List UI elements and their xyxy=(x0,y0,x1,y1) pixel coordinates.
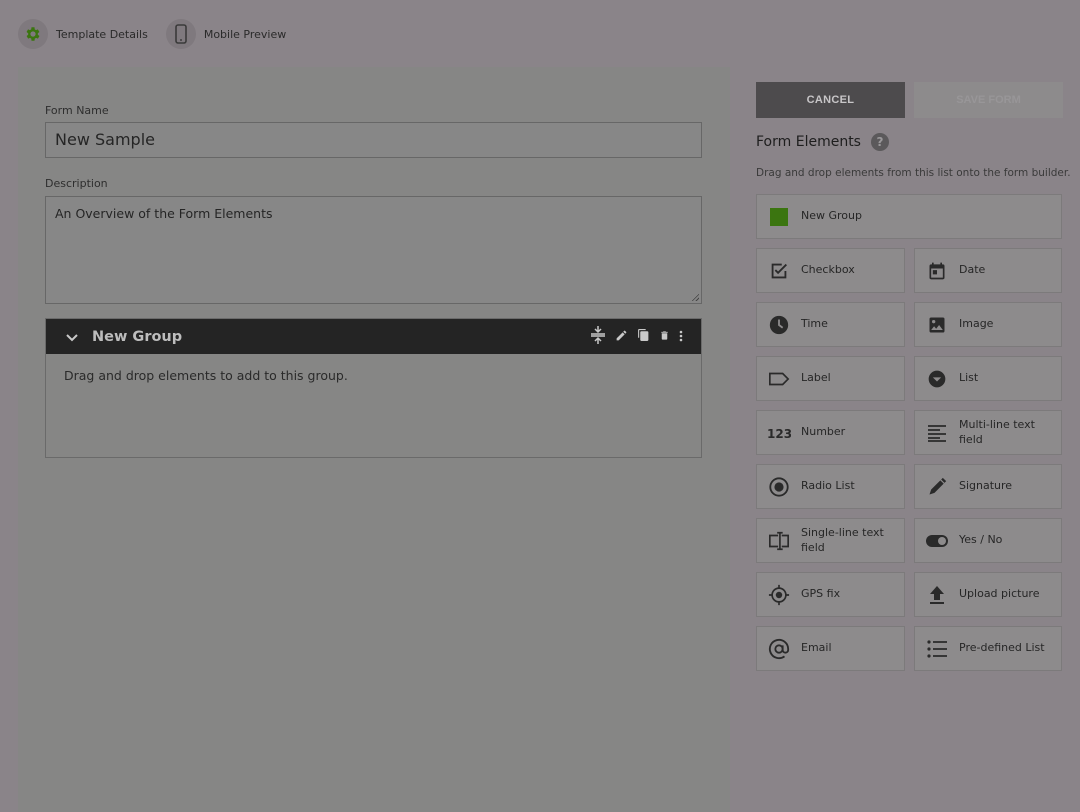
tab-mobile-preview[interactable]: Mobile Preview xyxy=(165,19,287,49)
element-label: List xyxy=(959,371,979,385)
element-label: Multi-line text field xyxy=(959,418,1035,446)
dropdown-icon xyxy=(925,367,949,391)
help-icon[interactable]: ? xyxy=(870,133,889,151)
copy-icon[interactable] xyxy=(637,327,650,346)
element-email[interactable]: Email xyxy=(756,626,905,671)
element-label: Upload picture xyxy=(959,587,1040,601)
element-label: Checkbox xyxy=(801,263,855,277)
element-gps[interactable]: GPS fix xyxy=(756,572,905,617)
top-tabs: Template Details Mobile Preview xyxy=(18,18,286,50)
element-label: Image xyxy=(959,317,994,331)
description-text: An Overview of the Form Elements xyxy=(55,206,273,221)
tab-template-details[interactable]: Template Details xyxy=(18,19,148,49)
group-header: New Group xyxy=(46,319,701,354)
element-yes-no[interactable]: Yes / No xyxy=(914,518,1062,563)
gps-icon xyxy=(767,583,791,607)
element-label: GPS fix xyxy=(801,587,841,601)
element-multiline[interactable]: Multi-line text field xyxy=(914,410,1062,455)
list-icon xyxy=(925,637,949,661)
calendar-icon xyxy=(925,259,949,283)
resize-grip-icon[interactable] xyxy=(691,293,699,301)
form-builder: Form Name New Sample Description An Over… xyxy=(18,67,730,812)
element-label: Date xyxy=(959,263,986,277)
form-elements-heading: Form Elements ? xyxy=(756,133,889,151)
green-square-icon xyxy=(767,205,791,229)
group-dropzone[interactable]: Drag and drop elements to add to this gr… xyxy=(46,354,701,397)
multiline-icon xyxy=(925,421,949,445)
form-elements-title: Form Elements xyxy=(756,134,861,150)
element-single-line[interactable]: Single-line text field xyxy=(756,518,905,563)
element-label: Yes / No xyxy=(959,533,1003,547)
text-cursor-icon xyxy=(767,529,791,553)
element-date[interactable]: Date xyxy=(914,248,1062,293)
group-toolbar xyxy=(590,325,683,348)
group-title: New Group xyxy=(92,328,183,345)
element-number[interactable]: 123 Number xyxy=(756,410,905,455)
pen-icon xyxy=(925,475,949,499)
upload-icon xyxy=(925,583,949,607)
element-label: Pre-defined List xyxy=(959,641,1045,655)
save-form-button[interactable]: SAVE FORM xyxy=(914,82,1063,118)
form-name-label: Form Name xyxy=(45,104,109,117)
number-icon: 123 xyxy=(767,421,791,445)
element-radio-list[interactable]: Radio List xyxy=(756,464,905,509)
cancel-button[interactable]: CANCEL xyxy=(756,82,905,118)
at-icon xyxy=(767,637,791,661)
element-signature[interactable]: Signature xyxy=(914,464,1062,509)
element-label: Label xyxy=(801,371,831,385)
tab-label: Mobile Preview xyxy=(203,27,287,41)
element-checkbox[interactable]: Checkbox xyxy=(756,248,905,293)
element-label: Radio List xyxy=(801,479,855,493)
element-image[interactable]: Image xyxy=(914,302,1062,347)
phone-icon xyxy=(165,19,196,49)
description-textarea[interactable]: An Overview of the Form Elements xyxy=(45,196,702,304)
element-list[interactable]: List xyxy=(914,356,1062,401)
chevron-down-icon[interactable] xyxy=(66,327,78,346)
gear-icon xyxy=(18,19,48,49)
element-label: Number xyxy=(801,425,846,439)
element-new-group[interactable]: New Group xyxy=(756,194,1062,239)
element-label: New Group xyxy=(801,209,862,223)
svg-text:123: 123 xyxy=(767,427,791,440)
trash-icon[interactable] xyxy=(659,327,670,346)
form-group: New Group Drag and drop elements to add … xyxy=(45,318,702,458)
image-icon xyxy=(925,313,949,337)
tab-label: Template Details xyxy=(56,27,148,41)
more-vertical-icon[interactable] xyxy=(679,327,683,346)
clock-icon xyxy=(767,313,791,337)
element-upload-picture[interactable]: Upload picture xyxy=(914,572,1062,617)
element-label: Single-line text field xyxy=(801,526,884,554)
toggle-icon xyxy=(925,529,949,553)
element-label: Email xyxy=(801,641,832,655)
label-icon xyxy=(767,367,791,391)
element-time[interactable]: Time xyxy=(756,302,905,347)
edit-pencil-icon[interactable] xyxy=(615,327,628,346)
form-elements-hint: Drag and drop elements from this list on… xyxy=(756,167,1071,179)
element-label-field[interactable]: Label xyxy=(756,356,905,401)
collapse-vertical-icon[interactable] xyxy=(590,325,606,348)
radio-icon xyxy=(767,475,791,499)
form-name-input[interactable]: New Sample xyxy=(45,122,702,158)
checkbox-icon xyxy=(767,259,791,283)
description-label: Description xyxy=(45,177,108,190)
element-label: Signature xyxy=(959,479,1013,493)
element-label: Time xyxy=(801,317,828,331)
element-predefined-list[interactable]: Pre-defined List xyxy=(914,626,1062,671)
